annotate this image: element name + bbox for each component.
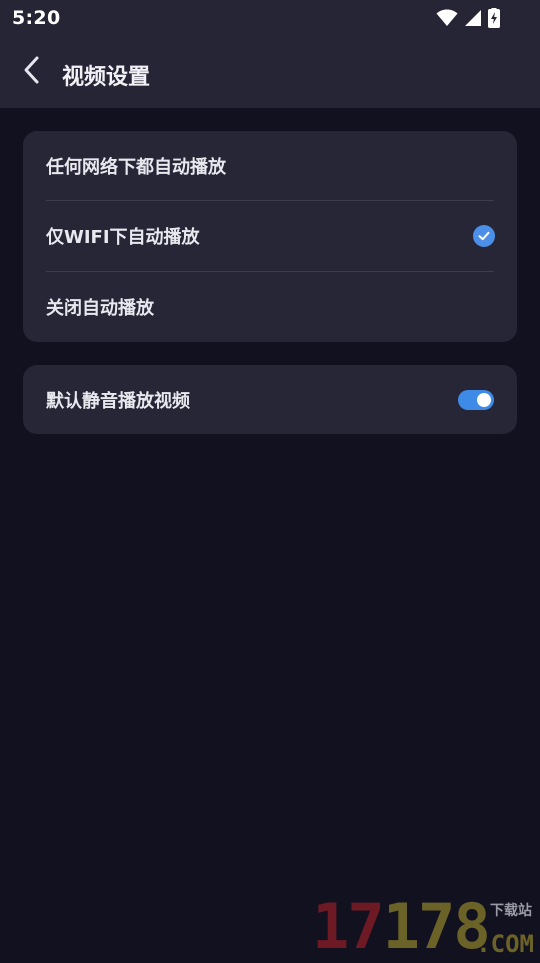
mute-setting-card: 默认静音播放视频: [23, 365, 517, 434]
option-autoplay-wifi-only[interactable]: 仅WIFI下自动播放: [23, 201, 517, 271]
option-autoplay-off[interactable]: 关闭自动播放: [23, 272, 517, 342]
header: 视频设置: [0, 38, 540, 108]
option-label: 任何网络下都自动播放: [46, 157, 226, 178]
option-label: 关闭自动播放: [46, 298, 154, 319]
status-time: 5:20: [12, 7, 61, 29]
watermark-digit: 1: [312, 890, 349, 963]
watermark-logo: 17178 下载站 .COM: [312, 894, 536, 960]
watermark-digit: 1: [382, 890, 420, 963]
mute-toggle[interactable]: [458, 389, 494, 410]
check-icon: [473, 225, 495, 247]
page-title: 视频设置: [62, 65, 151, 90]
watermark-tag: 下载站: [490, 903, 532, 919]
watermark-domain: .COM: [476, 930, 534, 958]
option-label: 仅WIFI下自动播放: [46, 227, 200, 248]
back-button[interactable]: [14, 54, 50, 90]
mute-setting-label: 默认静音播放视频: [46, 390, 190, 412]
status-bar: 5:20: [0, 0, 540, 38]
watermark-digit: 7: [417, 890, 455, 963]
watermark-digit: 7: [347, 890, 384, 963]
battery-charging-icon: [488, 8, 500, 28]
wifi-icon: [436, 9, 458, 27]
option-autoplay-any-network[interactable]: 任何网络下都自动播放: [23, 131, 517, 201]
toggle-knob: [477, 392, 491, 407]
signal-icon: [464, 9, 482, 27]
autoplay-options-card: 任何网络下都自动播放 仅WIFI下自动播放 关闭自动播放: [23, 131, 517, 342]
chevron-left-icon: [22, 55, 42, 89]
watermark-digits: 17178: [312, 890, 491, 963]
status-icons: [436, 7, 500, 29]
top-bar: 5:20 视频设置: [0, 0, 540, 108]
